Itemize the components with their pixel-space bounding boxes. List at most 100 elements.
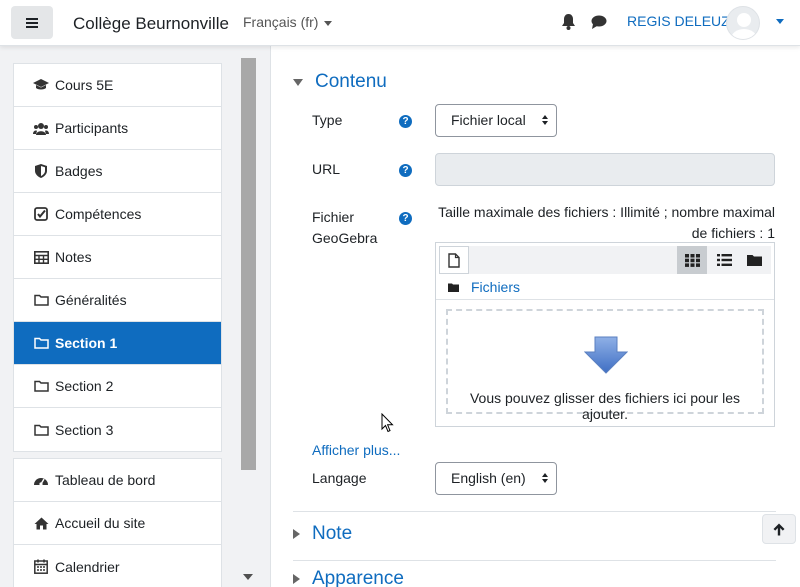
sidebar-item-label: Accueil du site <box>55 515 146 531</box>
site-nav: Tableau de bord Accueil du site Calendri… <box>13 458 222 587</box>
file-label-line1: Fichier <box>312 209 355 225</box>
expand-icon <box>293 529 300 539</box>
sidebar-item-label: Section 3 <box>55 421 114 438</box>
language-label: Langage <box>312 470 367 486</box>
sidebar-item-label: Cours 5E <box>55 77 114 93</box>
sidebar-item-label: Notes <box>55 249 92 265</box>
user-icon <box>731 13 757 39</box>
dashboard-icon <box>33 472 49 488</box>
file-dropzone[interactable]: Vous pouvez glisser des fichiers ici pou… <box>446 309 764 422</box>
language-select[interactable]: English (en) <box>435 462 557 495</box>
sidebar-item-participants[interactable]: Participants <box>14 107 221 150</box>
language-select-value: English (en) <box>451 470 526 486</box>
type-label: Type <box>312 112 343 128</box>
graduation-cap-icon <box>33 77 49 93</box>
collapse-icon <box>293 78 303 86</box>
max-file-info-line1: Taille maximale des fichiers : Illimité … <box>438 204 775 220</box>
sidebar: Cours 5E Participants Badges Compétences… <box>0 46 256 587</box>
type-select-value: Fichier local <box>451 112 526 128</box>
sidebar-item-label: Généralités <box>55 292 127 308</box>
checkbox-icon <box>33 206 49 222</box>
hamburger-icon <box>26 21 38 24</box>
sidebar-item-calendrier[interactable]: Calendrier <box>14 545 221 587</box>
divider <box>293 511 776 512</box>
file-icon <box>448 252 460 268</box>
show-more-link[interactable]: Afficher plus... <box>312 442 400 458</box>
sidebar-scrollbar-thumb[interactable] <box>241 58 256 470</box>
help-icon[interactable]: ? <box>399 212 412 225</box>
language-label: Français (fr) <box>243 14 319 30</box>
sidebar-item-generalites[interactable]: Généralités <box>14 279 221 322</box>
folder-icon <box>448 283 459 292</box>
menu-toggle-button[interactable] <box>11 6 53 39</box>
url-input[interactable] <box>435 153 775 186</box>
view-icons-button[interactable] <box>677 246 707 274</box>
help-icon[interactable]: ? <box>399 115 412 128</box>
sidebar-item-label: Compétences <box>55 206 142 222</box>
file-manager-toolbar <box>439 246 771 274</box>
type-select[interactable]: Fichier local <box>435 104 557 137</box>
file-manager: Fichiers Vous pouvez glisser des fichier… <box>435 242 775 427</box>
chat-icon[interactable] <box>591 15 607 29</box>
table-icon <box>33 249 49 265</box>
file-label-line2: GeoGebra <box>312 230 378 246</box>
back-to-top-button[interactable] <box>762 514 796 544</box>
bell-icon[interactable] <box>561 14 576 30</box>
grid-icon <box>684 253 700 267</box>
mouse-cursor-icon <box>381 413 394 433</box>
sidebar-item-label: Calendrier <box>55 558 120 575</box>
sidebar-item-section-3[interactable]: Section 3 <box>14 408 221 451</box>
folder-icon <box>746 255 762 266</box>
calendar-icon <box>33 559 49 575</box>
user-menu-chevron-icon[interactable] <box>776 19 784 24</box>
sidebar-item-section-1[interactable]: Section 1 <box>14 322 221 365</box>
users-icon <box>33 120 49 136</box>
sidebar-item-section-2[interactable]: Section 2 <box>14 365 221 408</box>
home-icon <box>33 515 49 531</box>
list-icon <box>716 254 732 266</box>
max-file-info-line2: de fichiers : 1 <box>691 225 775 241</box>
sidebar-item-label: Tableau de bord <box>55 472 156 488</box>
section-title: Contenu <box>315 71 387 92</box>
avatar[interactable] <box>726 6 760 40</box>
dropzone-text: Vous pouvez glisser des fichiers ici pou… <box>469 390 741 422</box>
course-nav: Cours 5E Participants Badges Compétences… <box>13 63 222 452</box>
sidebar-item-tableau-de-bord[interactable]: Tableau de bord <box>14 459 221 502</box>
navbar: Collège Beurnonville Français (fr) REGIS… <box>0 0 800 46</box>
help-icon[interactable]: ? <box>399 164 412 177</box>
expand-icon <box>293 574 300 584</box>
sidebar-item-label: Badges <box>55 163 103 179</box>
scroll-down-arrow-icon[interactable] <box>243 574 253 580</box>
section-apparence-header[interactable]: Apparence <box>293 568 404 587</box>
site-name[interactable]: Collège Beurnonville <box>73 14 229 34</box>
sidebar-item-competences[interactable]: Compétences <box>14 193 221 236</box>
sidebar-item-cours[interactable]: Cours 5E <box>14 64 221 107</box>
view-tree-button[interactable] <box>739 246 769 274</box>
divider <box>436 299 774 300</box>
sidebar-item-accueil[interactable]: Accueil du site <box>14 502 221 545</box>
section-note-header[interactable]: Note <box>293 523 352 545</box>
main-content: Contenu Type ? Fichier local URL ? Fichi… <box>270 46 800 587</box>
section-title: Note <box>312 523 353 544</box>
url-label: URL <box>312 161 341 177</box>
file-label: Fichier GeoGebra <box>312 207 377 249</box>
sidebar-item-notes[interactable]: Notes <box>14 236 221 279</box>
sidebar-item-badges[interactable]: Badges <box>14 150 221 193</box>
user-name[interactable]: REGIS DELEUZE <box>627 13 739 29</box>
sidebar-item-label: Participants <box>55 120 129 136</box>
chevron-down-icon <box>324 20 333 26</box>
sidebar-item-label: Section 2 <box>55 378 114 394</box>
folder-icon <box>33 378 49 394</box>
arrow-up-icon <box>773 523 785 535</box>
divider <box>293 560 776 561</box>
view-list-button[interactable] <box>709 246 739 274</box>
section-contenu-header[interactable]: Contenu <box>293 71 387 93</box>
sidebar-item-label: Section 1 <box>55 335 118 351</box>
folder-icon <box>33 335 49 351</box>
max-file-info: Taille maximale des fichiers : Illimité … <box>435 202 775 244</box>
section-title: Apparence <box>312 568 404 587</box>
add-file-button[interactable] <box>439 246 469 274</box>
shield-icon <box>33 163 49 179</box>
language-menu[interactable]: Français (fr) <box>243 14 333 30</box>
files-path-link[interactable]: Fichiers <box>471 279 520 295</box>
